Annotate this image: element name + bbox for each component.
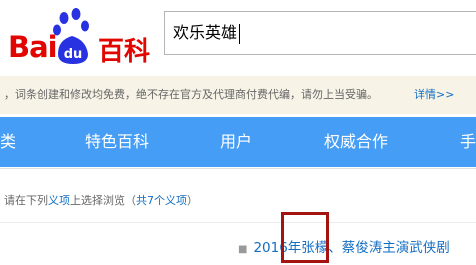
annotation-highlight-box [281, 212, 329, 263]
divider [0, 222, 476, 223]
nav-item-category[interactable]: 类 [0, 117, 16, 167]
baidu-baike-logo[interactable]: Bai du 百科 [8, 6, 158, 68]
logo-baike-text: 百科 [98, 37, 151, 67]
notice-text: ，词条创建和修改均免费，绝不存在官方及代理商付费代编，请勿上当受骗。 [4, 88, 378, 101]
nav-item-mobile[interactable]: 手 [460, 117, 476, 167]
bullet-icon: ■ [238, 244, 248, 255]
notice-bar: ，词条创建和修改均免费，绝不存在官方及代理商付费代编，请勿上当受骗。 详情>> [0, 76, 476, 114]
search-input-value: 欢乐英雄 [173, 23, 238, 42]
disambiguation-instruction: 请在下列义项上选择浏览（共7个义项） [4, 192, 198, 208]
term-link[interactable]: 义项 [48, 194, 70, 207]
main-nav: 类 特色百科 用户 权威合作 手 [0, 117, 476, 167]
nav-item-featured[interactable]: 特色百科 [85, 117, 149, 167]
search-box[interactable]: 欢乐英雄 [164, 11, 476, 55]
instruction-middle: 上选择浏览（ [70, 194, 136, 207]
header: Bai du 百科 欢乐英雄 [0, 0, 476, 76]
logo-du-text: du [64, 47, 83, 62]
search-input[interactable]: 欢乐英雄 [173, 12, 241, 54]
logo-bai-text: Bai [8, 30, 58, 64]
paw-logo-icon: du [53, 8, 89, 64]
nav-item-partners[interactable]: 权威合作 [324, 117, 388, 167]
notice-details-link[interactable]: 详情>> [414, 76, 454, 114]
meaning-count-link[interactable]: 共7个义项 [136, 194, 187, 207]
divider [0, 168, 476, 169]
text-caret [239, 23, 241, 44]
instruction-prefix: 请在下列 [4, 194, 48, 207]
instruction-suffix: ） [187, 194, 198, 207]
nav-item-users[interactable]: 用户 [220, 117, 252, 167]
meaning-list-item[interactable]: ■ 2016年张檬、蔡俊涛主演武侠剧 [238, 236, 450, 256]
